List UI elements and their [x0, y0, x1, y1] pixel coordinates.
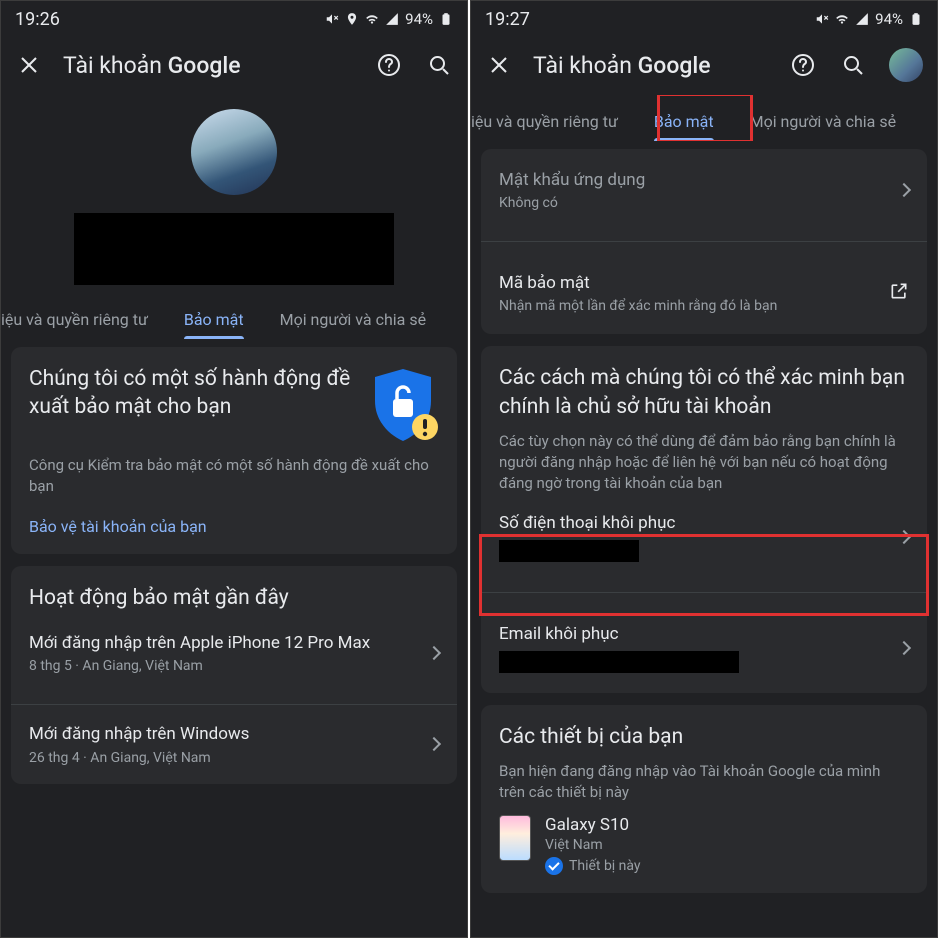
location-icon	[345, 12, 359, 26]
device-thumbnail-icon	[499, 815, 531, 861]
phone-right: 19:27 94% Tài khoản Google	[470, 0, 938, 938]
mute-icon	[325, 12, 339, 26]
battery-icon	[909, 12, 923, 26]
help-button[interactable]	[789, 51, 817, 79]
security-code-row[interactable]: Mã bảo mật Nhận mã một lần để xác minh r…	[499, 258, 909, 328]
profile-section	[1, 95, 467, 293]
page-title: Tài khoản Google	[63, 52, 375, 79]
status-time: 19:26	[15, 9, 60, 30]
status-battery-pct: 94%	[875, 10, 903, 28]
tab-bar: iệu và quyền riêng tư Bảo mật Mọi người …	[1, 293, 467, 339]
app-bar: Tài khoản Google	[471, 35, 937, 95]
card-title: Hoạt động bảo mật gần đây	[29, 584, 439, 612]
card-title: Chúng tôi có một số hành động đề xuất bả…	[29, 365, 353, 422]
row-value: Không có	[499, 195, 889, 211]
tab-people-sharing[interactable]: Mọi người và chia sẻ	[262, 300, 444, 339]
tab-people-sharing[interactable]: Mọi người và chia sẻ	[732, 102, 914, 141]
page-title: Tài khoản Google	[533, 52, 789, 79]
close-button[interactable]	[485, 51, 513, 79]
device-name: Galaxy S10	[545, 815, 641, 835]
tab-data-privacy[interactable]: iệu và quyền riêng tư	[1, 300, 166, 339]
search-button[interactable]	[425, 51, 453, 79]
status-indicators: 94%	[815, 10, 923, 28]
row-label: Mã bảo mật	[499, 272, 889, 294]
activity-meta: 26 thg 4 · An Giang, Việt Nam	[29, 750, 419, 766]
recent-activity-card: Hoạt động bảo mật gần đây Mới đăng nhập …	[11, 566, 457, 784]
close-icon	[17, 53, 41, 77]
card-subtitle: Công cụ Kiểm tra bảo mật có một số hành …	[29, 455, 439, 497]
status-bar: 19:26 94%	[1, 1, 467, 35]
device-location: Việt Nam	[545, 837, 641, 853]
battery-icon	[439, 12, 453, 26]
status-bar: 19:27 94%	[471, 1, 937, 35]
row-label: Số điện thoại khôi phục	[499, 512, 889, 534]
close-icon	[487, 53, 511, 77]
avatar[interactable]	[191, 109, 277, 195]
signin-options-card: Mật khẩu ứng dụng Không có Mã bảo mật Nh…	[481, 149, 927, 334]
open-external-icon	[889, 281, 909, 305]
signal-icon	[385, 12, 399, 26]
checkmark-icon	[545, 857, 563, 875]
activity-row[interactable]: Mới đăng nhập trên Windows 26 thg 4 · An…	[29, 721, 439, 779]
card-subtitle: Bạn hiện đang đăng nhập vào Tài khoản Go…	[499, 761, 909, 803]
your-devices-card: Các thiết bị của bạn Bạn hiện đang đăng …	[481, 705, 927, 893]
activity-title: Mới đăng nhập trên Windows	[29, 723, 419, 745]
close-button[interactable]	[15, 51, 43, 79]
card-subtitle: Các tùy chọn này có thể dùng để đảm bảo …	[499, 431, 909, 494]
help-icon	[791, 53, 815, 77]
redacted-phone	[499, 540, 639, 562]
search-icon	[427, 53, 451, 77]
signal-icon	[855, 12, 869, 26]
mute-icon	[815, 12, 829, 26]
help-icon	[377, 53, 401, 77]
tab-security[interactable]: Bảo mật	[166, 300, 262, 339]
tab-data-privacy[interactable]: iệu và quyền riêng tư	[471, 102, 636, 141]
search-button[interactable]	[839, 51, 867, 79]
activity-row[interactable]: Mới đăng nhập trên Apple iPhone 12 Pro M…	[29, 618, 439, 688]
search-icon	[841, 53, 865, 77]
wifi-icon	[365, 12, 379, 26]
security-recommendation-card: Chúng tôi có một số hành động đề xuất bả…	[11, 347, 457, 554]
this-device-label: Thiết bị này	[569, 858, 641, 874]
tab-security[interactable]: Bảo mật	[636, 102, 732, 141]
redacted-name	[74, 213, 394, 285]
app-bar: Tài khoản Google	[1, 35, 467, 95]
shield-alert-icon	[367, 365, 439, 445]
wifi-icon	[835, 12, 849, 26]
tab-bar: iệu và quyền riêng tư Bảo mật Mọi người …	[471, 95, 937, 141]
status-battery-pct: 94%	[405, 10, 433, 28]
chevron-right-icon	[897, 641, 911, 655]
verify-ownership-card: Các cách mà chúng tôi có thể xác minh bạ…	[481, 346, 927, 693]
recovery-phone-row[interactable]: Số điện thoại khôi phục	[499, 498, 909, 576]
status-time: 19:27	[485, 9, 530, 30]
device-row[interactable]: Galaxy S10 Việt Nam Thiết bị này	[499, 803, 909, 875]
chevron-right-icon	[427, 646, 441, 660]
status-indicators: 94%	[325, 10, 453, 28]
redacted-email	[499, 651, 739, 673]
row-sub: Nhận mã một lần để xác minh rằng đó là b…	[499, 298, 889, 314]
recovery-email-row[interactable]: Email khôi phục	[499, 609, 909, 687]
activity-meta: 8 thg 5 · An Giang, Việt Nam	[29, 658, 419, 674]
row-label: Mật khẩu ứng dụng	[499, 169, 889, 191]
chevron-right-icon	[897, 530, 911, 544]
help-button[interactable]	[375, 51, 403, 79]
card-title: Các cách mà chúng tôi có thể xác minh bạ…	[499, 364, 909, 421]
row-label: Email khôi phục	[499, 623, 889, 645]
chevron-right-icon	[897, 183, 911, 197]
card-title: Các thiết bị của bạn	[499, 723, 909, 751]
app-passwords-row[interactable]: Mật khẩu ứng dụng Không có	[499, 155, 909, 225]
account-avatar[interactable]	[889, 48, 923, 82]
phone-left: 19:26 94% Tài khoản Google	[0, 0, 468, 938]
activity-title: Mới đăng nhập trên Apple iPhone 12 Pro M…	[29, 632, 419, 654]
protect-account-link[interactable]: Bảo vệ tài khoản của bạn	[29, 517, 439, 536]
chevron-right-icon	[427, 737, 441, 751]
